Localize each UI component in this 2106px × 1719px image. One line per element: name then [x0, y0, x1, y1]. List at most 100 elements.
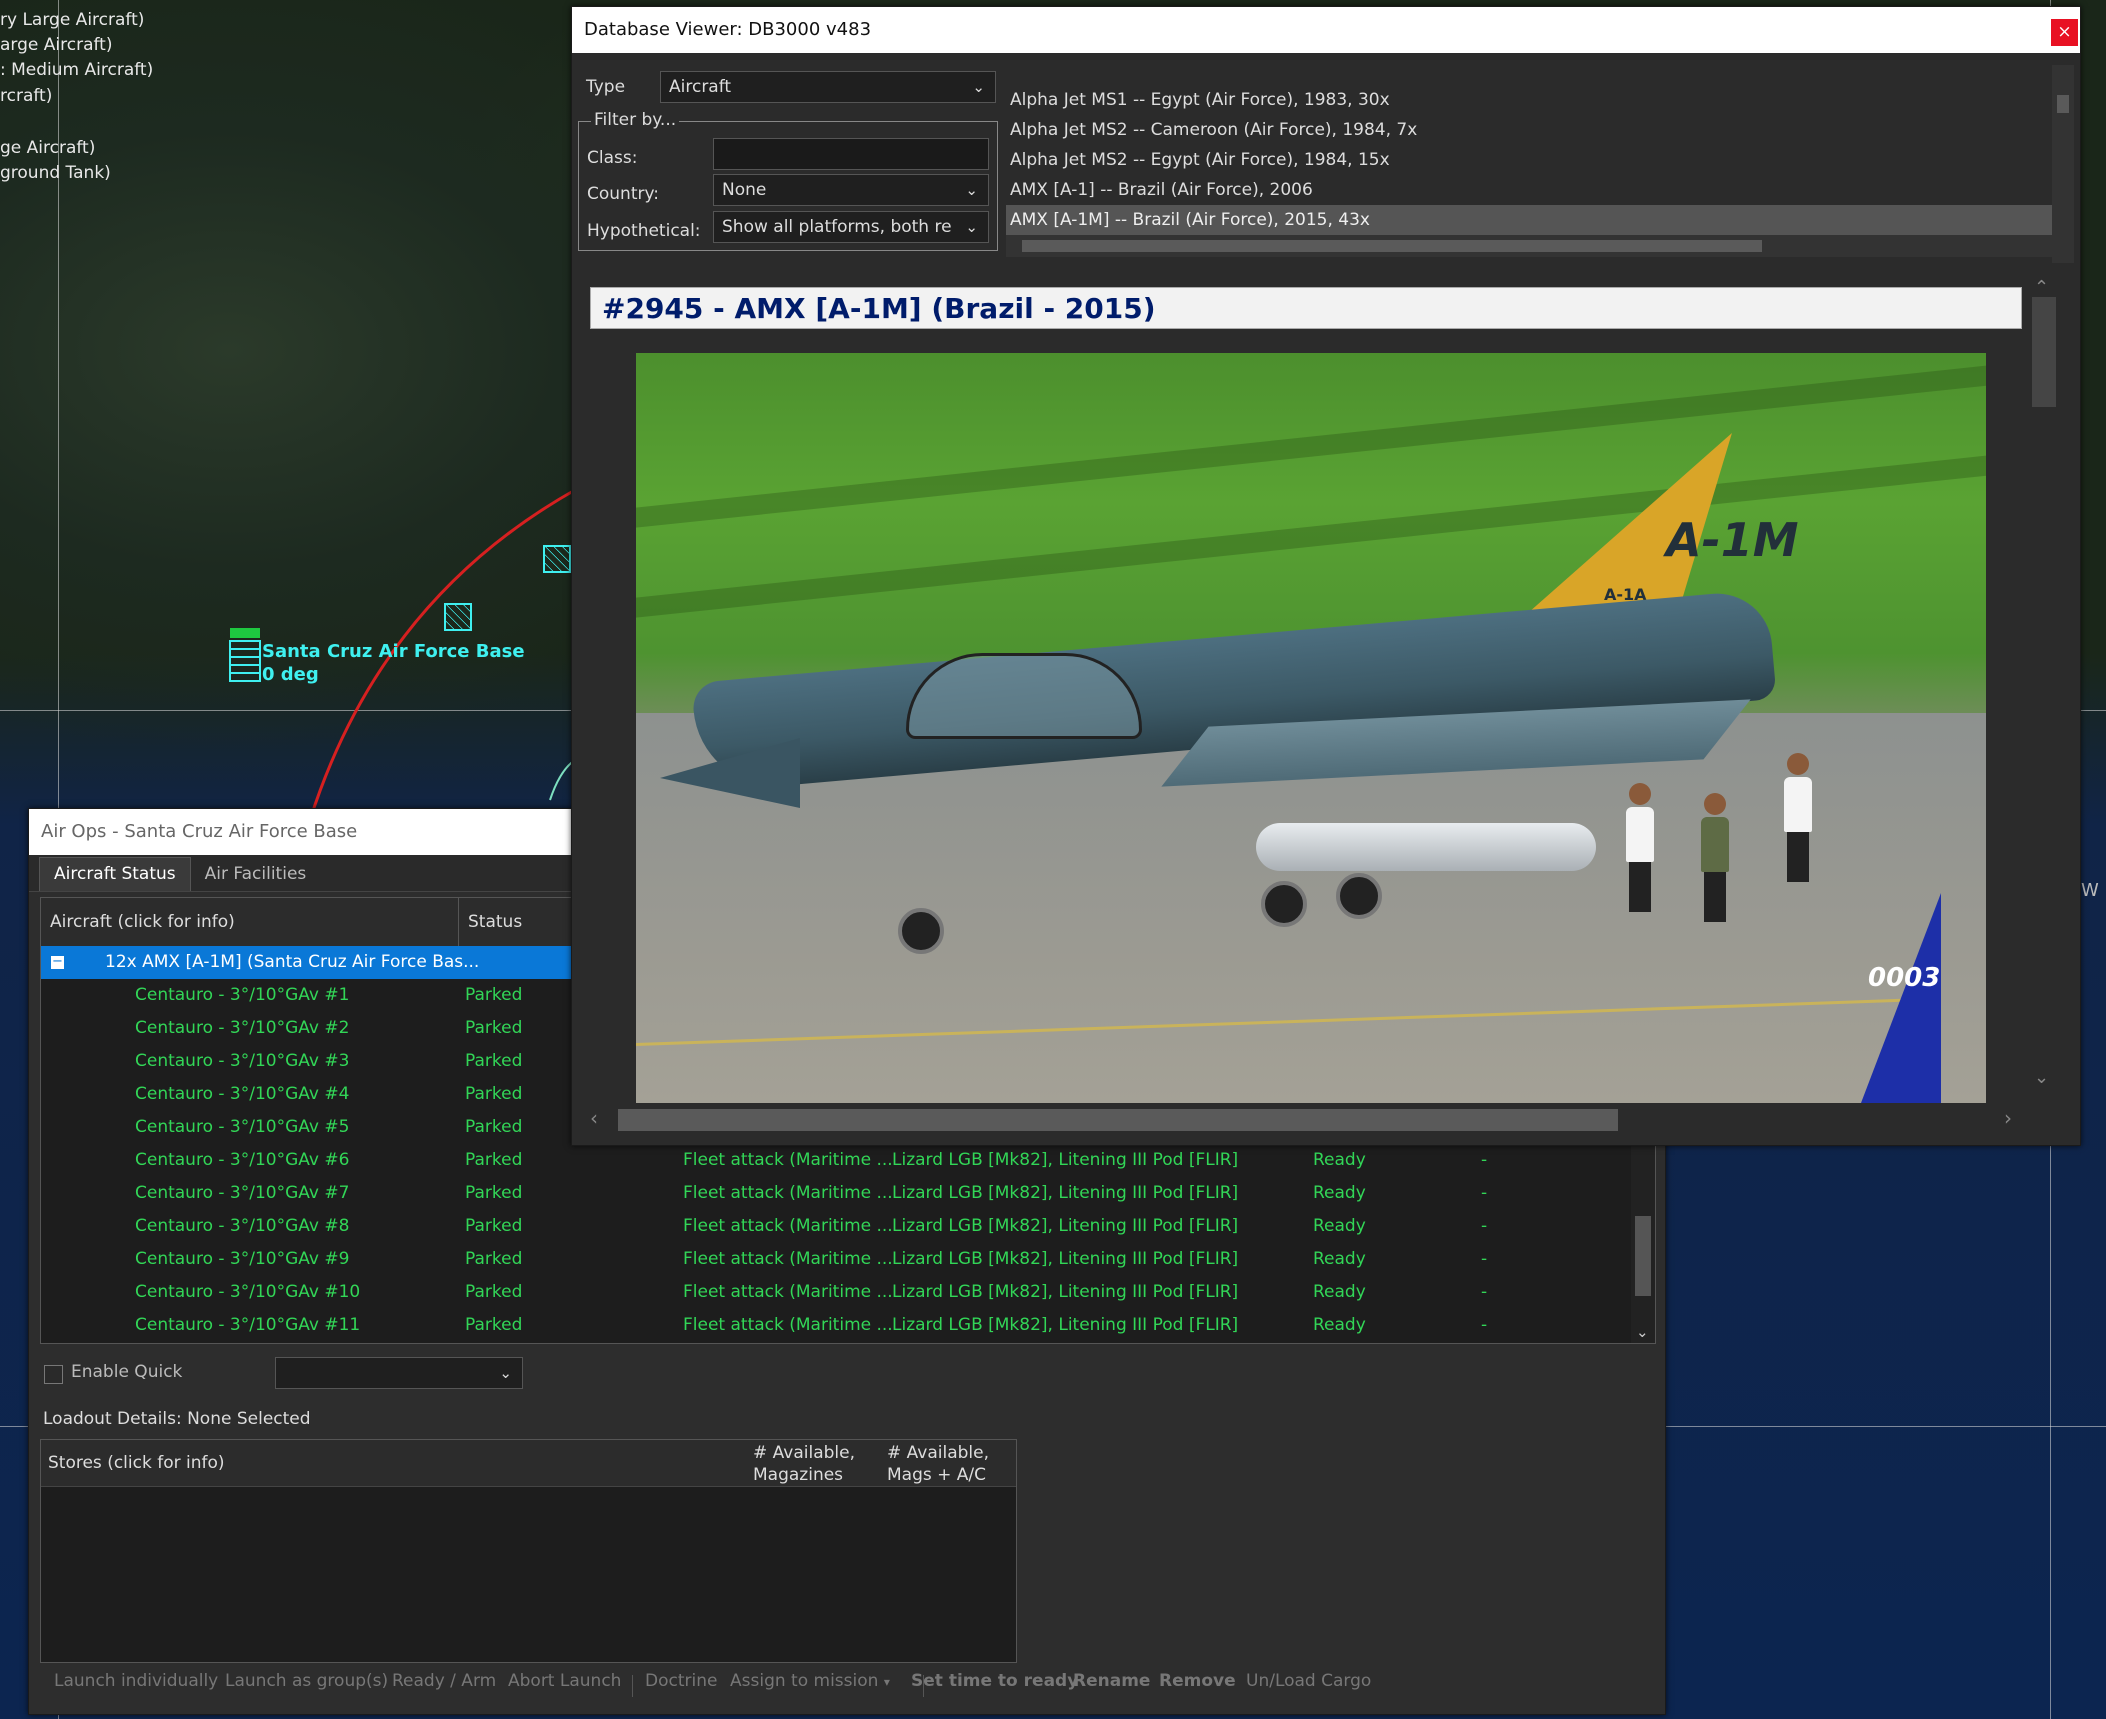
chevron-left-icon[interactable]: ‹	[590, 1106, 598, 1130]
chevron-right-icon[interactable]: ›	[2004, 1106, 2012, 1130]
chevron-down-icon[interactable]: ⌄	[2034, 1067, 2049, 1088]
aircraft-row-mission: Fleet attack (Maritime ...	[683, 1315, 893, 1335]
aircraft-row-name: Centauro - 3°/10°GAv #1	[135, 985, 350, 1005]
map-legend-line: ry Large Aircraft)	[0, 10, 145, 30]
column-header-avail-ac[interactable]: # Available, Mags + A/C	[887, 1442, 989, 1486]
tab-aircraft-status[interactable]: Aircraft Status	[39, 857, 191, 891]
aircraft-row[interactable]: Centauro - 3°/10°GAv #6 Parked Fleet attac…	[41, 1144, 1655, 1177]
map-edge-label: W	[2081, 880, 2099, 901]
filter-group-label: Filter by...	[591, 110, 680, 130]
hypothetical-select-value: Show all platforms, both rea	[722, 217, 952, 237]
air-ops-toolbar: Launch individually Launch as group(s) R…	[29, 1671, 1665, 1703]
ready-arm-button[interactable]: Ready / Arm	[392, 1671, 496, 1691]
hypothetical-label: Hypothetical:	[587, 221, 701, 241]
column-header-avail-mag[interactable]: # Available, Magazines	[753, 1442, 855, 1486]
aircraft-row-name: Centauro - 3°/10°GAv #8	[135, 1216, 350, 1236]
platform-detail-pane: #2945 - AMX [A-1M] (Brazil - 2015) A-1M …	[584, 277, 2062, 1131]
close-icon[interactable]: ×	[2051, 19, 2078, 46]
database-viewer-window[interactable]: Database Viewer: DB3000 v483 × Type Airc…	[571, 6, 2081, 1146]
base-status-bar	[230, 628, 260, 638]
quick-launch-select[interactable]: ⌄	[275, 1357, 523, 1389]
column-header-line: # Available,	[887, 1443, 989, 1463]
remove-button[interactable]: Remove	[1159, 1671, 1236, 1691]
class-input[interactable]	[713, 138, 989, 170]
aircraft-row[interactable]: Centauro - 3°/10°GAv #8 Parked Fleet attac…	[41, 1210, 1655, 1243]
platform-list-hscrollbar[interactable]	[1006, 235, 2052, 257]
tab-air-facilities[interactable]: Air Facilities	[191, 858, 321, 891]
database-viewer-title-text: Database Viewer: DB3000 v483	[584, 19, 872, 40]
stores-table[interactable]: Stores (click for info) # Available, Mag…	[40, 1439, 1017, 1663]
chevron-down-icon: ⌄	[965, 181, 978, 199]
aircraft-row-mission: Fleet attack (Maritime ...	[683, 1282, 893, 1302]
platform-list-item[interactable]: Alpha Jet MS1 -- Egypt (Air Force), 1983…	[1006, 85, 2056, 115]
set-time-to-ready-button[interactable]: Set time to ready	[911, 1671, 1078, 1691]
type-select[interactable]: Aircraft ⌄	[660, 71, 996, 103]
aircraft-row-status: Parked	[465, 1051, 523, 1071]
rename-button[interactable]: Rename	[1073, 1671, 1150, 1691]
airbase-label[interactable]: Santa Cruz Air Force Base 0 deg	[262, 640, 525, 686]
country-select[interactable]: None ⌄	[713, 174, 989, 206]
photo-other-tail	[1861, 893, 1941, 1103]
scrollbar-thumb[interactable]	[2057, 95, 2069, 113]
platform-list-item[interactable]: AMX [A-1] -- Brazil (Air Force), 2006	[1006, 175, 2056, 205]
platform-list-vscrollbar[interactable]	[2052, 65, 2074, 263]
map-unit-icon[interactable]	[444, 603, 472, 631]
chevron-down-icon[interactable]: ⌄	[1636, 1323, 1649, 1341]
photo-person	[1701, 793, 1729, 923]
airbase-name: Santa Cruz Air Force Base	[262, 641, 525, 662]
column-header-aircraft[interactable]: Aircraft (click for info)	[41, 898, 459, 946]
platform-list-item[interactable]: Alpha Jet MS2 -- Egypt (Air Force), 1984…	[1006, 145, 2056, 175]
hypothetical-select[interactable]: Show all platforms, both rea ⌄	[713, 211, 989, 243]
aircraft-row[interactable]: Centauro - 3°/10°GAv #11 Parked Fleet atta…	[41, 1309, 1655, 1342]
photo-wheel	[1336, 873, 1382, 919]
aircraft-row-name: Centauro - 3°/10°GAv #3	[135, 1051, 350, 1071]
platform-list-item[interactable]: AMX [A-1M] -- Brazil (Air Force), 2015, …	[1006, 205, 2056, 235]
column-header-line: Magazines	[753, 1465, 844, 1485]
aircraft-row[interactable]: Centauro - 3°/10°GAv #10 Parked Fleet atta…	[41, 1276, 1655, 1309]
chevron-up-icon[interactable]: ⌃	[2034, 277, 2049, 298]
photo-wheel	[1261, 881, 1307, 927]
column-header-line: Mags + A/C	[887, 1465, 987, 1485]
aircraft-row-loadout: Lizard LGB [Mk82], Litening III Pod [FLI…	[892, 1249, 1239, 1269]
abort-launch-button[interactable]: Abort Launch	[508, 1671, 621, 1691]
enable-quick-checkbox[interactable]	[44, 1365, 63, 1384]
country-label: Country:	[587, 184, 660, 204]
airbase-icon[interactable]	[229, 640, 261, 682]
aircraft-row-ready: Ready	[1313, 1150, 1366, 1170]
scrollbar-thumb[interactable]	[1635, 1216, 1651, 1296]
scrollbar-thumb[interactable]	[1022, 240, 1762, 252]
aircraft-row[interactable]: Centauro - 3°/10°GAv #7 Parked Fleet attac…	[41, 1177, 1655, 1210]
map-legend-line: : Medium Aircraft)	[0, 60, 154, 80]
map-unit-icon[interactable]	[543, 545, 571, 573]
aircraft-row-status: Parked	[465, 1084, 523, 1104]
column-header-stores[interactable]: Stores (click for info)	[48, 1452, 225, 1474]
unload-cargo-button[interactable]: Un/Load Cargo	[1246, 1671, 1371, 1691]
aircraft-row[interactable]: Centauro - 3°/10°GAv #9 Parked Fleet attac…	[41, 1243, 1655, 1276]
aircraft-row-name: Centauro - 3°/10°GAv #7	[135, 1183, 350, 1203]
platform-list-item[interactable]: Alpha Jet MS2 -- Cameroon (Air Force), 1…	[1006, 115, 2056, 145]
launch-as-group-button[interactable]: Launch as group(s)	[225, 1671, 388, 1691]
column-header-line: # Available,	[753, 1443, 855, 1463]
map-legend-line: arge Aircraft)	[0, 35, 113, 55]
database-viewer-title: Database Viewer: DB3000 v483 ×	[572, 7, 2080, 53]
photo-grass	[636, 354, 1986, 532]
aircraft-row-loadout: Lizard LGB [Mk82], Litening III Pod [FLI…	[892, 1183, 1239, 1203]
filter-group: Filter by... Class: Country: None ⌄ Hypo…	[578, 110, 998, 251]
photo-other-tail-number: 0003	[1868, 963, 1941, 993]
launch-individually-button[interactable]: Launch individually	[54, 1671, 218, 1691]
platform-detail-title: #2945 - AMX [A-1M] (Brazil - 2015)	[590, 287, 2022, 329]
detail-hscrollbar-thumb[interactable]	[618, 1109, 1618, 1131]
chevron-down-icon: ⌄	[965, 218, 978, 236]
aircraft-row-name: Centauro - 3°/10°GAv #5	[135, 1117, 350, 1137]
chevron-down-icon: ⌄	[972, 78, 985, 96]
platform-list[interactable]: Alpha Jet MS1 -- Egypt (Air Force), 1983…	[1006, 65, 2074, 263]
aircraft-row-time: -	[1481, 1315, 1488, 1335]
doctrine-button[interactable]: Doctrine	[645, 1671, 717, 1691]
photo-tail-marking: A-1M	[1666, 513, 1799, 567]
collapse-icon[interactable]: −	[51, 955, 64, 969]
aircraft-row-ready: Ready	[1313, 1282, 1366, 1302]
aircraft-row-loadout: Lizard LGB [Mk82], Litening III Pod [FLI…	[892, 1150, 1239, 1170]
photo-nose	[660, 738, 800, 808]
assign-to-mission-button[interactable]: Assign to mission ▾	[730, 1671, 890, 1691]
detail-vscrollbar-thumb[interactable]	[2032, 297, 2056, 407]
